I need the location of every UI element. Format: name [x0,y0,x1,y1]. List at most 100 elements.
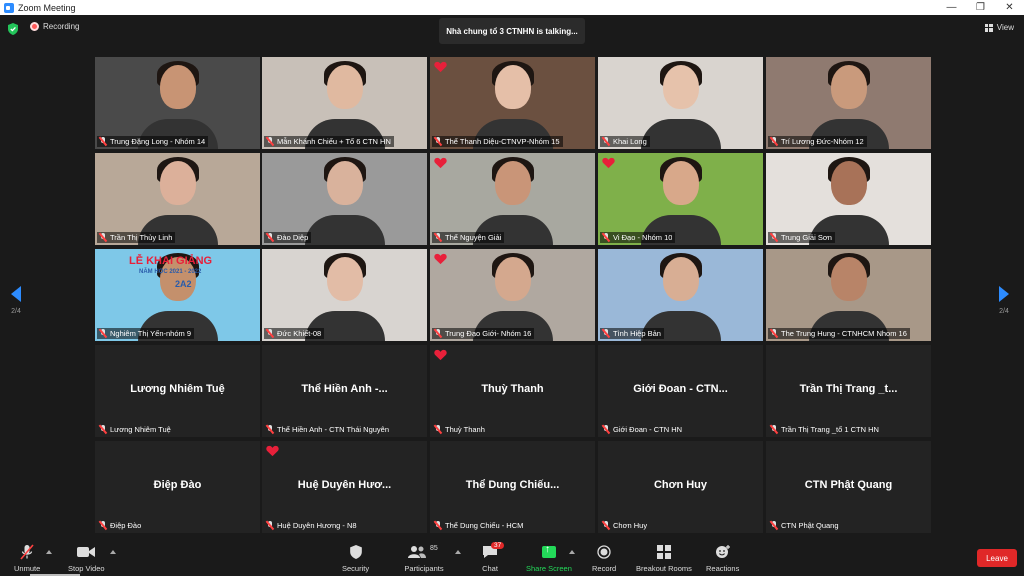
participant-name-bar: Trần Thị Thủy Linh [97,232,176,243]
mic-muted-icon [434,329,442,338]
stop-video-button[interactable]: Stop Video [68,543,105,573]
view-label: View [996,23,1014,32]
video-options-caret-icon[interactable] [110,550,116,554]
participant-tile[interactable]: Trí Lương Đức-Nhóm 12 [766,57,931,149]
participant-display-name: Trần Thị Trang _t... [799,383,898,395]
participant-tile[interactable]: The Trung Hung - CTNHCM Nhom 16 [766,249,931,341]
record-button[interactable]: Record [592,543,616,573]
share-screen-icon [541,544,556,558]
view-button[interactable]: View [984,23,1014,32]
breakout-rooms-icon [656,545,671,559]
participant-tile[interactable]: Trung Đặng Long - Nhóm 14 [95,57,260,149]
participant-name-bar: Trung Giải Sơn [768,232,835,243]
participant-tile[interactable]: Thể Nguyện Giải [430,153,595,245]
participant-name-bar: Đào Diệp [264,232,312,243]
participant-tile[interactable]: Tình Hiệp Bản [598,249,763,341]
ceremony-sign-year: NĂM HỌC 2021 - 2022 [139,269,202,275]
participants-button[interactable]: 85 Participants [404,543,444,573]
mic-muted-icon [434,137,442,146]
participant-tile[interactable]: Trung Đạo Giới- Nhóm 16 [430,249,595,341]
participant-name-bar: Thể Thanh Diệu-CTNVP-Nhóm 15 [432,136,563,147]
participant-tile[interactable]: CTN Phật Quang CTN Phật Quang [766,441,931,533]
previous-page-button[interactable]: 2/4 [11,286,21,315]
participant-tile[interactable]: Chơn Huy Chơn Huy [598,441,763,533]
security-button[interactable]: Security [342,543,369,573]
mic-muted-icon [99,233,107,242]
recording-dot-icon [30,22,39,31]
mic-muted-icon [602,233,610,242]
participant-name-bar: Mẫn Khánh Chiếu + Tổ 6 CTN HN [264,136,394,147]
participant-name-bar: Trần Thị Trang _tổ 1 CTN HN [768,424,882,435]
participant-name-bar: Chơn Huy [600,520,650,531]
participant-tile[interactable]: Giới Đoan - CTN... Giới Đoan - CTN HN [598,345,763,437]
participant-name: CTN Phật Quang [781,521,839,530]
heart-reaction-icon [602,157,615,169]
participant-name: Giới Đoan - CTN HN [613,425,683,434]
participant-name: Điệp Đào [110,521,142,530]
participant-name-bar: Trung Đặng Long - Nhóm 14 [97,136,209,147]
person-face [159,161,196,205]
next-page-button[interactable]: 2/4 [999,286,1009,315]
participant-name: Thuỳ Thanh [445,425,485,434]
zoom-app: Zoom Meeting — ❐ ✕ Recording Nhà chung t… [0,0,1024,576]
recording-indicator[interactable]: Recording [30,22,79,31]
participant-display-name: Thuỳ Thanh [481,383,544,395]
minimize-button[interactable]: — [937,0,966,15]
participant-display-name: Thể Dung Chiếu... [465,479,560,491]
chat-button[interactable]: 37 Chat [482,542,505,573]
zoom-logo-icon [4,2,14,13]
participant-tile[interactable]: Thuỳ Thanh Thuỳ Thanh [430,345,595,437]
participant-name: Trần Thị Trang _tổ 1 CTN HN [781,425,879,434]
participant-name-bar: Lương Nhiêm Tuệ [97,424,174,435]
participant-display-name: Điệp Đào [153,479,202,491]
participant-tile[interactable]: Vi Đạo - Nhóm 10 [598,153,763,245]
participant-name: Đức Khiết-08 [277,329,322,338]
participant-name: The Trung Hung - CTNHCM Nhom 16 [781,329,907,338]
encryption-shield-icon[interactable] [8,23,18,35]
participant-name-bar: Trí Lương Đức-Nhóm 12 [768,136,867,147]
participant-tile[interactable]: Trần Thị Thủy Linh [95,153,260,245]
mic-muted-icon [266,521,274,530]
talking-indicator: Nhà chung tổ 3 CTNHN is talking... [439,18,585,44]
breakout-rooms-label: Breakout Rooms [636,564,692,573]
participant-tile[interactable]: Thể Thanh Diệu-CTNVP-Nhóm 15 [430,57,595,149]
participant-name-bar: Huệ Duyên Hương - N8 [264,520,360,531]
restore-button[interactable]: ❐ [966,0,995,15]
participant-tile[interactable]: Lương Nhiêm Tuệ Lương Nhiêm Tuệ [95,345,260,437]
participant-tile[interactable]: Khai Long [598,57,763,149]
participant-name: Trung Đặng Long - Nhóm 14 [110,137,206,146]
mic-muted-icon [99,329,107,338]
window-title: Zoom Meeting [18,2,76,13]
close-button[interactable]: ✕ [995,0,1024,15]
reactions-button[interactable]: Reactions [706,543,739,573]
leave-button[interactable]: Leave [977,549,1017,567]
participant-tile[interactable]: Trung Giải Sơn [766,153,931,245]
unmute-button[interactable]: Unmute [14,543,40,573]
participant-name: Huệ Duyên Hương - N8 [277,521,357,530]
participant-tile[interactable]: Mẫn Khánh Chiếu + Tổ 6 CTN HN [262,57,427,149]
person-face [830,65,867,109]
grid-view-icon [984,23,993,32]
participant-name: Trung Giải Sơn [781,233,832,242]
breakout-rooms-button[interactable]: Breakout Rooms [636,543,692,573]
participant-tile[interactable]: Trần Thị Trang _t... Trần Thị Trang _tổ 1… [766,345,931,437]
participant-tile[interactable]: Thể Dung Chiếu... Thể Dung Chiếu - HCM [430,441,595,533]
participant-tile[interactable]: Huệ Duyên Hươ... Huệ Duyên Hương - N8 [262,441,427,533]
person-face [662,65,699,109]
audio-options-caret-icon[interactable] [46,550,52,554]
page-indicator-left: 2/4 [11,308,21,315]
share-options-caret-icon[interactable] [569,550,575,554]
participant-tile[interactable]: Đức Khiết-08 [262,249,427,341]
mic-muted-icon [602,425,610,434]
person-face [662,161,699,205]
participants-options-caret-icon[interactable] [455,550,461,554]
participant-tile[interactable]: Thể Hiền Anh -... Thể Hiền Anh - CTN Thái… [262,345,427,437]
share-screen-button[interactable]: Share Screen [526,543,572,573]
participant-tile[interactable]: Đào Diệp [262,153,427,245]
participant-name-bar: Thể Dung Chiếu - HCM [432,520,526,531]
mic-muted-icon [266,233,274,242]
meeting-toolbar: Unmute Stop Video Security 85 Participan… [0,540,1024,576]
participant-tile[interactable]: LỄ KHAI GIẢNG NĂM HỌC 2021 - 2022 2A2 Nghiê… [95,249,260,341]
microphone-muted-icon [20,544,34,560]
participant-tile[interactable]: Điệp Đào Điệp Đào [95,441,260,533]
